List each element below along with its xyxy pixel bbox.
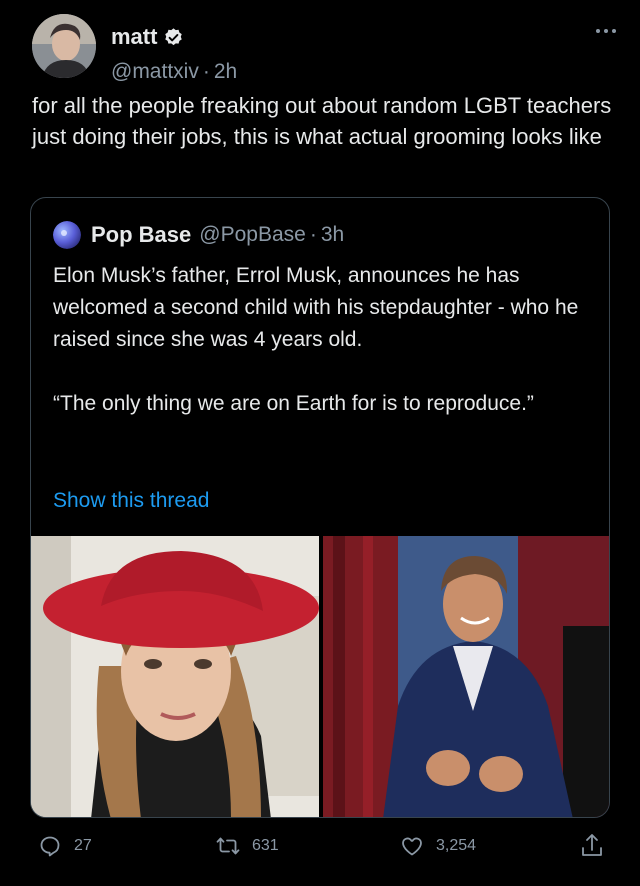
author-name-row: matt: [111, 24, 184, 50]
quoted-author-handle[interactable]: @PopBase: [199, 223, 306, 247]
quoted-tweet[interactable]: Pop Base @PopBase · 3h Elon Musk’s fathe…: [30, 197, 610, 818]
quoted-text: Elon Musk’s father, Errol Musk, announce…: [53, 264, 579, 415]
avatar[interactable]: [32, 14, 96, 78]
author-handle[interactable]: @mattxiv: [111, 60, 199, 84]
tweet: matt @mattxiv · 2h for all the people fr…: [0, 0, 640, 886]
author-name[interactable]: matt: [111, 24, 157, 50]
reply-icon: [40, 836, 60, 857]
quoted-author-name[interactable]: Pop Base: [91, 222, 191, 248]
more-dots-icon[interactable]: [594, 26, 618, 36]
share-icon[interactable]: [580, 832, 604, 860]
media-grid: [31, 536, 609, 817]
quoted-header: Pop Base @PopBase · 3h: [53, 220, 344, 250]
verified-badge-icon: [163, 27, 184, 48]
action-bar: 27 631 3,254: [38, 832, 608, 862]
tweet-text: for all the people freaking out about ra…: [32, 93, 612, 149]
like-button[interactable]: 3,254: [400, 834, 476, 858]
retweet-count: 631: [252, 837, 279, 854]
quoted-avatar: [53, 221, 81, 249]
photo-woman-red-hat[interactable]: [31, 536, 319, 817]
like-count: 3,254: [436, 837, 477, 854]
author-meta: @mattxiv · 2h: [111, 60, 237, 84]
reply-button[interactable]: 27: [38, 834, 92, 858]
retweet-icon: [216, 837, 240, 855]
tweet-time[interactable]: 2h: [214, 60, 237, 84]
quoted-time[interactable]: 3h: [321, 223, 344, 247]
show-thread-link[interactable]: Show this thread: [53, 489, 209, 513]
tweet-header: matt @mattxiv · 2h: [28, 12, 618, 84]
photo-man-in-suit[interactable]: [323, 536, 609, 817]
retweet-button[interactable]: 631: [216, 834, 279, 858]
heart-icon: [402, 837, 422, 856]
separator: ·: [202, 60, 210, 83]
reply-count: 27: [74, 837, 92, 854]
quoted-separator: ·: [309, 223, 317, 246]
